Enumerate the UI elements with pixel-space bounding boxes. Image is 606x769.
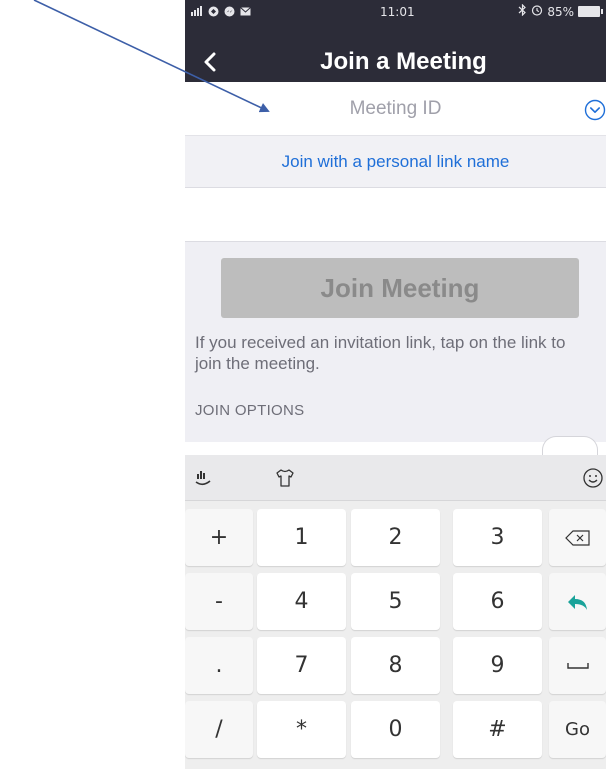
key-0[interactable]: 0 [351,701,440,758]
key-period[interactable]: . [185,637,253,694]
meeting-id-history-dropdown[interactable] [584,99,606,121]
bluetooth-icon [518,3,527,19]
app-badge-icon [207,5,219,17]
join-section: Join Meeting If you received an invitati… [185,242,606,442]
numeric-keyboard: + 1 2 3 - 4 5 6 . 7 8 9 / * 0 # Go [185,455,606,769]
key-backspace[interactable] [549,509,606,566]
space-icon [566,662,589,669]
meeting-id-input[interactable] [185,82,606,136]
phone-screen: 11:01 85% Join a Meeting Join with a per… [185,0,606,769]
alarm-icon [531,4,543,19]
invitation-info-text: If you received an invitation link, tap … [195,333,566,373]
key-minus[interactable]: - [185,573,253,630]
enter-arrow-icon [567,594,587,610]
key-asterisk[interactable]: * [257,701,346,758]
keyboard-toolbar [185,455,606,501]
key-go[interactable]: Go [549,701,606,758]
status-bar: 11:01 85% [185,0,606,44]
key-space[interactable] [549,637,606,694]
mail-icon [239,5,251,17]
join-with-personal-link-button[interactable]: Join with a personal link name [185,136,606,188]
status-right-icons: 85% [518,3,603,19]
key-6[interactable]: 6 [453,573,542,630]
join-options-header: JOIN OPTIONS [195,402,305,419]
meeting-id-row [185,82,606,136]
key-8[interactable]: 8 [351,637,440,694]
key-enter[interactable] [549,573,606,630]
key-slash[interactable]: / [185,701,253,758]
status-left-icons [191,5,251,17]
key-3[interactable]: 3 [453,509,542,566]
key-plus[interactable]: + [185,509,253,566]
key-1[interactable]: 1 [257,509,346,566]
theme-shirt-icon[interactable] [271,465,299,491]
chevron-down-circle-icon [584,99,606,121]
screen-name-field[interactable] [185,188,606,242]
option-toggle[interactable] [542,436,598,456]
key-4[interactable]: 4 [257,573,346,630]
messenger-icon [223,5,235,17]
battery-percent: 85% [547,4,574,19]
nav-bar: Join a Meeting [185,44,606,82]
page-title: Join a Meeting [320,48,487,75]
key-7[interactable]: 7 [257,637,346,694]
signal-icon [191,5,203,17]
battery-icon [578,6,603,17]
screen-name-input[interactable] [185,188,606,241]
key-2[interactable]: 2 [351,509,440,566]
status-time: 11:01 [380,5,415,19]
key-9[interactable]: 9 [453,637,542,694]
join-meeting-button[interactable]: Join Meeting [221,258,579,318]
handwriting-icon[interactable] [189,465,217,491]
key-hash[interactable]: # [453,701,542,758]
emoji-icon[interactable] [579,465,606,491]
backspace-icon [564,529,590,546]
key-5[interactable]: 5 [351,573,440,630]
